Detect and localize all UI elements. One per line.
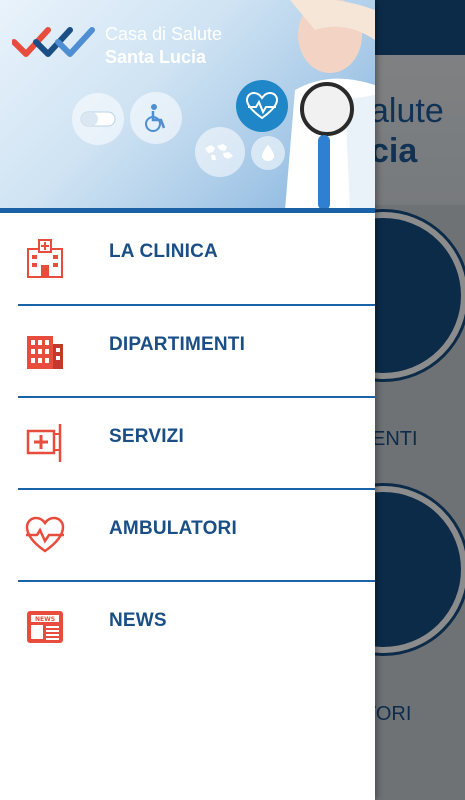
- heart-pulse-bubble-icon: [236, 80, 288, 132]
- stethoscope-tube: [318, 135, 330, 210]
- drawer-menu: LA CLINICA DIPARTIMENTI SERVIZI AMBULATO…: [0, 213, 375, 674]
- brand-name-line-2: Santa Lucia: [105, 47, 207, 67]
- menu-item-news[interactable]: NEWS NEWS: [0, 582, 375, 674]
- building-icon: [27, 336, 63, 369]
- menu-item-ambulatori[interactable]: AMBULATORI: [0, 490, 375, 582]
- menu-item-label: AMBULATORI: [109, 518, 237, 539]
- drawer-header: Casa di Salute Santa Lucia: [0, 0, 375, 213]
- svg-text:NEWS: NEWS: [35, 616, 55, 623]
- brand-name-line-1: Casa di Salute: [105, 24, 223, 44]
- blood-drop-icon: [251, 136, 285, 170]
- world-map-icon: [195, 127, 245, 177]
- medical-sign-icon: [26, 424, 62, 462]
- hospital-icon: [27, 239, 63, 278]
- menu-item-dipartimenti[interactable]: DIPARTIMENTI: [0, 306, 375, 398]
- menu-item-la-clinica[interactable]: LA CLINICA: [0, 213, 375, 306]
- menu-item-label: LA CLINICA: [109, 241, 218, 262]
- pill-icon: [72, 93, 124, 145]
- newspaper-icon: NEWS: [27, 611, 63, 643]
- heart-pulse-icon: [25, 516, 65, 553]
- stethoscope-icon: [300, 82, 354, 136]
- navigation-drawer: Casa di Salute Santa Lucia LA CLINICA DI…: [0, 0, 375, 800]
- wheelchair-icon: [130, 92, 182, 144]
- logo-checkmark-icon: [12, 27, 95, 57]
- menu-item-label: DIPARTIMENTI: [109, 334, 246, 355]
- menu-item-label: SERVIZI: [109, 426, 184, 447]
- menu-item-label: NEWS: [109, 610, 167, 631]
- menu-item-servizi[interactable]: SERVIZI: [0, 398, 375, 490]
